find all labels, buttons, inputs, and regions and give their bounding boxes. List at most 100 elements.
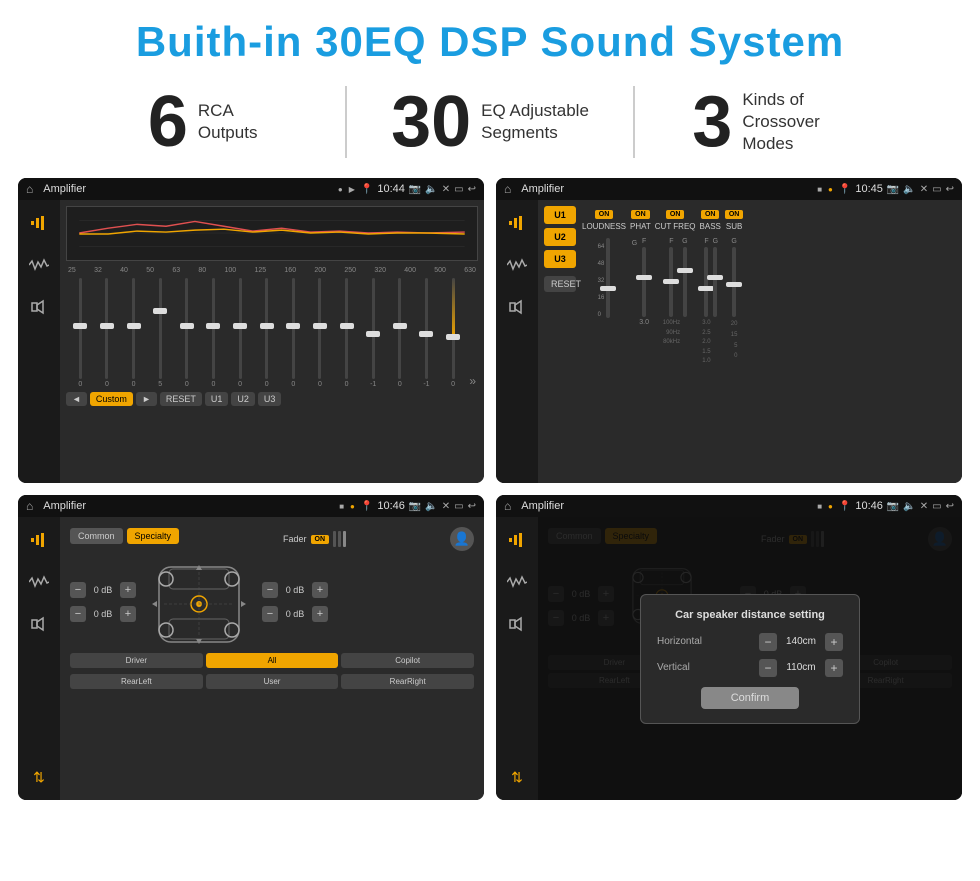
stat-crossover-label: Kinds ofCrossover Modes xyxy=(742,89,862,155)
crossover-reset-btn[interactable]: RESET xyxy=(544,276,576,292)
loudness-ticks: 644832160 xyxy=(598,238,605,318)
eq-side-icon-speaker[interactable] xyxy=(24,292,54,322)
fader-side-icon-speaker[interactable] xyxy=(24,609,54,639)
eq-slider-6[interactable]: 0 xyxy=(201,278,226,388)
stat-crossover: 3 Kinds ofCrossover Modes xyxy=(633,86,920,158)
preset-list: U1 U2 U3 RESET xyxy=(544,206,576,477)
back-icon: ↩ xyxy=(468,184,476,195)
home-icon[interactable]: ⌂ xyxy=(26,182,33,196)
eq-u1-btn[interactable]: U1 xyxy=(205,392,229,406)
x-icon-2: ✕ xyxy=(920,184,928,195)
crossover-side-icon-tuner[interactable] xyxy=(502,208,532,238)
distance-time: 10:46 xyxy=(855,500,883,512)
fader-main-area: Common Specialty Fader ON xyxy=(60,517,484,800)
horizontal-value: 140cm xyxy=(781,636,821,647)
distance-status-icons: 📍 10:46 📷 🔈 ✕ ▭ ↩ xyxy=(839,500,954,512)
bass-slider-f[interactable] xyxy=(704,247,708,317)
fader-side-icon-tuner[interactable] xyxy=(24,525,54,555)
eq-slider-1[interactable]: 0 xyxy=(68,278,93,388)
phat-slider[interactable] xyxy=(642,247,646,317)
eq-screen-title: Amplifier xyxy=(43,183,332,195)
distance-screen-title: Amplifier xyxy=(521,500,811,512)
rearright-btn[interactable]: RearRight xyxy=(341,674,474,689)
eq-prev-btn[interactable]: ◄ xyxy=(66,392,87,406)
play-icon: ▶ xyxy=(349,185,355,194)
preset-u1-btn[interactable]: U1 xyxy=(544,206,576,224)
fader-side-icon-wave[interactable] xyxy=(24,567,54,597)
eq-slider-8[interactable]: 0 xyxy=(254,278,279,388)
eq-slider-13[interactable]: 0 xyxy=(388,278,413,388)
eq-u2-btn[interactable]: U2 xyxy=(231,392,255,406)
user-icon[interactable]: 👤 xyxy=(450,527,474,551)
vertical-minus-btn[interactable]: − xyxy=(759,659,777,677)
mode-tab-specialty[interactable]: Specialty xyxy=(127,528,180,544)
crossover-side-icon-wave[interactable] xyxy=(502,250,532,280)
vertical-plus-btn[interactable]: + xyxy=(825,659,843,677)
vol-rear-right-plus[interactable]: + xyxy=(312,606,328,622)
home-icon-2[interactable]: ⌂ xyxy=(504,182,511,196)
vol-rear-left-plus[interactable]: + xyxy=(120,606,136,622)
eq-screen: ⌂ Amplifier ● ▶ 📍 10:44 📷 🔈 ✕ ▭ ↩ xyxy=(18,178,484,483)
home-icon-3[interactable]: ⌂ xyxy=(26,499,33,513)
eq-freq-labels: 253240506380100125160200250320400500630 xyxy=(66,267,478,274)
vol-front-right-plus[interactable]: + xyxy=(312,582,328,598)
loudness-label: LOUDNESS xyxy=(582,222,626,231)
eq-slider-15[interactable]: 0 xyxy=(441,278,466,388)
horizontal-minus-btn[interactable]: − xyxy=(759,633,777,651)
all-btn[interactable]: All xyxy=(206,653,339,668)
driver-btn[interactable]: Driver xyxy=(70,653,203,668)
distance-side-icon-wave[interactable] xyxy=(502,567,532,597)
crossover-main-area: U1 U2 U3 RESET ON LOUDNESS xyxy=(538,200,962,483)
horizontal-plus-btn[interactable]: + xyxy=(825,633,843,651)
copilot-btn[interactable]: Copilot xyxy=(341,653,474,668)
eq-custom-btn[interactable]: Custom xyxy=(90,392,133,406)
preset-u2-btn[interactable]: U2 xyxy=(544,228,576,246)
distance-side-icon-tuner[interactable] xyxy=(502,525,532,555)
eq-slider-7[interactable]: 0 xyxy=(228,278,253,388)
home-icon-4[interactable]: ⌂ xyxy=(504,499,511,513)
cutfreq-slider-g[interactable] xyxy=(683,247,687,317)
rearleft-btn[interactable]: RearLeft xyxy=(70,674,203,689)
car-diagram xyxy=(144,557,254,647)
vol-front-right-minus[interactable]: − xyxy=(262,582,278,598)
vol-front-left-minus[interactable]: − xyxy=(70,582,86,598)
sub-slider[interactable] xyxy=(732,247,736,317)
distance-side-icon-speaker[interactable] xyxy=(502,609,532,639)
eq-slider-14[interactable]: -1 xyxy=(414,278,439,388)
preset-u3-btn[interactable]: U3 xyxy=(544,250,576,268)
user-btn[interactable]: User xyxy=(206,674,339,689)
eq-slider-11[interactable]: 0 xyxy=(334,278,359,388)
eq-side-icon-wave[interactable] xyxy=(24,250,54,280)
eq-reset-btn[interactable]: RESET xyxy=(160,392,202,406)
loudness-on-badge: ON xyxy=(595,210,614,219)
eq-slider-5[interactable]: 0 xyxy=(175,278,200,388)
eq-side-icon-tuner[interactable] xyxy=(24,208,54,238)
fader-status-bar: ⌂ Amplifier ■ ● 📍 10:46 📷 🔈 ✕ ▭ ↩ xyxy=(18,495,484,517)
crossover-side-icon-speaker[interactable] xyxy=(502,292,532,322)
loudness-slider[interactable] xyxy=(606,238,610,318)
stat-eq-label: EQ AdjustableSegments xyxy=(481,100,589,144)
vol-rear-left-minus[interactable]: − xyxy=(70,606,86,622)
eq-u3-btn[interactable]: U3 xyxy=(258,392,282,406)
mode-tab-common[interactable]: Common xyxy=(70,528,123,544)
eq-slider-3[interactable]: 0 xyxy=(121,278,146,388)
phat-value: 3.0 xyxy=(639,319,649,326)
eq-slider-4[interactable]: 5 xyxy=(148,278,173,388)
fader-screen-title: Amplifier xyxy=(43,500,333,512)
eq-play-btn[interactable]: ► xyxy=(136,392,157,406)
eq-sliders: 0 0 0 5 0 xyxy=(66,278,478,388)
vol-front-left-plus[interactable]: + xyxy=(120,582,136,598)
cutfreq-slider-f[interactable] xyxy=(669,247,673,317)
dot6-icon: ■ xyxy=(817,502,822,511)
expand-icon[interactable]: » xyxy=(469,374,476,388)
bass-slider-g[interactable] xyxy=(713,247,717,317)
fader-side-icon-arrows[interactable]: ⇅ xyxy=(24,762,54,792)
eq-slider-10[interactable]: 0 xyxy=(308,278,333,388)
distance-side-icon-arrows[interactable]: ⇅ xyxy=(502,762,532,792)
eq-slider-9[interactable]: 0 xyxy=(281,278,306,388)
eq-slider-2[interactable]: 0 xyxy=(95,278,120,388)
vol-rear-right-minus[interactable]: − xyxy=(262,606,278,622)
eq-slider-12[interactable]: -1 xyxy=(361,278,386,388)
eq-chart xyxy=(66,206,478,261)
confirm-button[interactable]: Confirm xyxy=(701,687,800,709)
